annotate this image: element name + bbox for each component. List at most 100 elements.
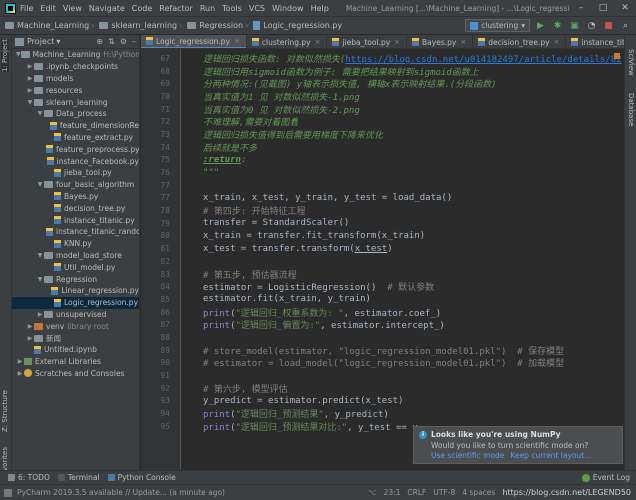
close-tab-icon[interactable]: ×: [394, 38, 400, 46]
warning-marker-icon[interactable]: [614, 53, 620, 59]
code-line[interactable]: 81 x_test = transfer.transform(x_test): [141, 242, 624, 255]
close-tab-icon[interactable]: ×: [315, 38, 321, 46]
project-panel-title[interactable]: Project: [27, 37, 54, 46]
breadcrumb-item[interactable]: Logic_regression.py: [248, 21, 342, 30]
editor-tab[interactable]: decision_tree.py ×: [473, 35, 567, 48]
code-line[interactable]: 89 # store_model(estimator, "logic_regres…: [141, 344, 624, 357]
tree-item[interactable]: decision_tree.py: [12, 202, 139, 214]
tree-item[interactable]: Bayes.py: [12, 191, 139, 203]
close-tab-icon[interactable]: ×: [234, 37, 240, 45]
code-line[interactable]: 73 逻辑回归损失值得到后需要用梯度下降来优化: [141, 128, 624, 141]
chevron-down-icon[interactable]: ▾: [56, 37, 60, 46]
breadcrumb-item[interactable]: Regression ›: [182, 21, 248, 30]
menu-item-help[interactable]: Help: [311, 4, 329, 13]
collapsed-arrow-icon[interactable]: ▶: [26, 323, 34, 330]
editor-tab[interactable]: clustering.py ×: [247, 35, 328, 48]
code-line[interactable]: 80 x_train = transfer.fit_transform(x_tra…: [141, 230, 624, 243]
run-icon[interactable]: ▶: [534, 19, 547, 32]
tab-structure[interactable]: Z: Structure: [1, 390, 9, 432]
close-button[interactable]: ✕: [614, 3, 636, 13]
code-line[interactable]: 94 print("逻辑回归_预测结果", y_predict): [141, 407, 624, 420]
tree-item[interactable]: ▶ 新闻: [12, 332, 139, 344]
caret-position[interactable]: 23:1: [384, 488, 401, 497]
menu-item-code[interactable]: Code: [132, 4, 152, 13]
code-editor[interactable]: 67 逻辑回归损失函数: 对数似然损失(https://blog.csdn.net…: [141, 49, 624, 470]
editor-tab[interactable]: Logic_regression.py ×: [141, 35, 247, 48]
collapsed-arrow-icon[interactable]: ▶: [26, 63, 34, 70]
tab-project[interactable]: 1: Project: [1, 39, 9, 72]
layout-icon[interactable]: [4, 488, 12, 497]
code-line[interactable]: 92 # 第六步, 模型评估: [141, 382, 624, 395]
gear-icon[interactable]: ⚙: [120, 37, 127, 46]
indent-setting[interactable]: 4 spaces: [462, 488, 495, 497]
collapsed-arrow-icon[interactable]: ▶: [26, 335, 34, 342]
code-area[interactable]: 67 逻辑回归损失函数: 对数似然损失(https://blog.csdn.net…: [141, 52, 624, 433]
tree-item[interactable]: ▶ resources: [12, 84, 139, 96]
collapsed-arrow-icon[interactable]: ▶: [26, 75, 34, 82]
menu-item-edit[interactable]: Edit: [40, 4, 56, 13]
editor-tab[interactable]: instance_titanic.py×: [566, 35, 624, 48]
tree-item[interactable]: ▼ Data_process: [12, 108, 139, 120]
expanded-arrow-icon[interactable]: ▼: [36, 181, 44, 188]
collapsed-arrow-icon[interactable]: ▶: [16, 358, 24, 365]
line-separator[interactable]: CRLF: [407, 488, 426, 497]
tree-item[interactable]: ▼ Regression: [12, 273, 139, 285]
menu-item-vcs[interactable]: VCS: [249, 4, 265, 13]
code-line[interactable]: 84 estimator = LogisticRegression() # 默认参…: [141, 280, 624, 293]
profile-icon[interactable]: ◔: [585, 19, 598, 32]
editor-tab[interactable]: jieba_tool.py ×: [327, 35, 408, 48]
collapse-icon[interactable]: ⇅: [108, 37, 115, 46]
code-line[interactable]: 85 estimator.fit(x_train, y_train): [141, 293, 624, 306]
tree-item[interactable]: Util_model.py: [12, 261, 139, 273]
code-line[interactable]: 76 """: [141, 166, 624, 179]
code-line[interactable]: 88: [141, 331, 624, 344]
collapsed-arrow-icon[interactable]: ▶: [16, 370, 24, 377]
code-line[interactable]: 77 x_train, x_test, y_train, y_test = loa…: [141, 192, 624, 205]
code-line[interactable]: 78 # 第四步: 开始特征工程: [141, 204, 624, 217]
run-config-select[interactable]: clustering ▾: [465, 19, 530, 32]
coverage-icon[interactable]: ▣: [568, 19, 581, 32]
tree-item[interactable]: ▼ Machine_LearningH:\Python_l: [12, 49, 139, 61]
tree-item[interactable]: ▶ models: [12, 73, 139, 85]
close-tab-icon[interactable]: ×: [460, 38, 466, 46]
file-encoding[interactable]: UTF-8: [433, 488, 455, 497]
menu-item-file[interactable]: File: [20, 4, 33, 13]
code-line[interactable]: 74 后续就是不多: [141, 141, 624, 154]
tree-item[interactable]: feature_preprocess.py: [12, 143, 139, 155]
tree-item[interactable]: ▶ Scratches and Consoles: [12, 368, 139, 380]
code-line[interactable]: 93 y_predict = estimator.predict(x_test): [141, 395, 624, 408]
todo-tab[interactable]: 6: TODO: [8, 473, 50, 482]
code-link[interactable]: https://blog.csdn.net/u014182497/article…: [345, 55, 621, 65]
code-line[interactable]: 91: [141, 369, 624, 382]
tab-database[interactable]: Database: [627, 93, 635, 126]
tree-item[interactable]: ▶ .ipynb_checkpoints: [12, 61, 139, 73]
menu-item-tools[interactable]: Tools: [222, 4, 242, 13]
menu-item-navigate[interactable]: Navigate: [89, 4, 125, 13]
code-line[interactable]: 72 不难理解,需要对着图看: [141, 115, 624, 128]
expanded-arrow-icon[interactable]: ▼: [16, 51, 21, 58]
code-line[interactable]: 70 当真实值为1 见 对数似然损失-1.png: [141, 90, 624, 103]
keep-current-layout-link[interactable]: Keep current layout...: [510, 451, 591, 460]
code-line[interactable]: 86 print("逻辑回归_权重系数为: ", estimator.coef_): [141, 306, 624, 319]
code-line[interactable]: 75:return:: [141, 154, 624, 167]
code-line[interactable]: 83 # 第五步, 预估器流程: [141, 268, 624, 281]
maximize-button[interactable]: □: [592, 3, 614, 13]
close-tab-icon[interactable]: ×: [554, 38, 560, 46]
code-line[interactable]: 67 逻辑回归损失函数: 对数似然损失(https://blog.csdn.net…: [141, 52, 624, 65]
minimize-button[interactable]: –: [570, 3, 592, 13]
expanded-arrow-icon[interactable]: ▼: [36, 252, 44, 259]
code-line[interactable]: 71 当真实值为0 见 对数似然损失-2.png: [141, 103, 624, 116]
tree-item[interactable]: instance_Facebook.py: [12, 155, 139, 167]
status-message[interactable]: PyCharm 2019.3.5 available // Update... …: [17, 488, 225, 497]
tree-item[interactable]: instance_titanic.py: [12, 214, 139, 226]
code-line[interactable]: 90 # estimator = load_model("logic_regres…: [141, 357, 624, 369]
tree-item[interactable]: ▶ External Libraries: [12, 356, 139, 368]
locate-icon[interactable]: ⊕: [96, 37, 103, 46]
tree-item[interactable]: jieba_tool.py: [12, 167, 139, 179]
breadcrumb-item[interactable]: sklearn_learning ›: [94, 21, 182, 30]
menu-item-view[interactable]: View: [63, 4, 82, 13]
code-line[interactable]: 79 transfer = StandardScaler(): [141, 217, 624, 230]
expanded-arrow-icon[interactable]: ▼: [26, 99, 34, 106]
tab-sciview[interactable]: SciView: [627, 49, 635, 76]
editor-tab[interactable]: Bayes.py ×: [407, 35, 474, 48]
